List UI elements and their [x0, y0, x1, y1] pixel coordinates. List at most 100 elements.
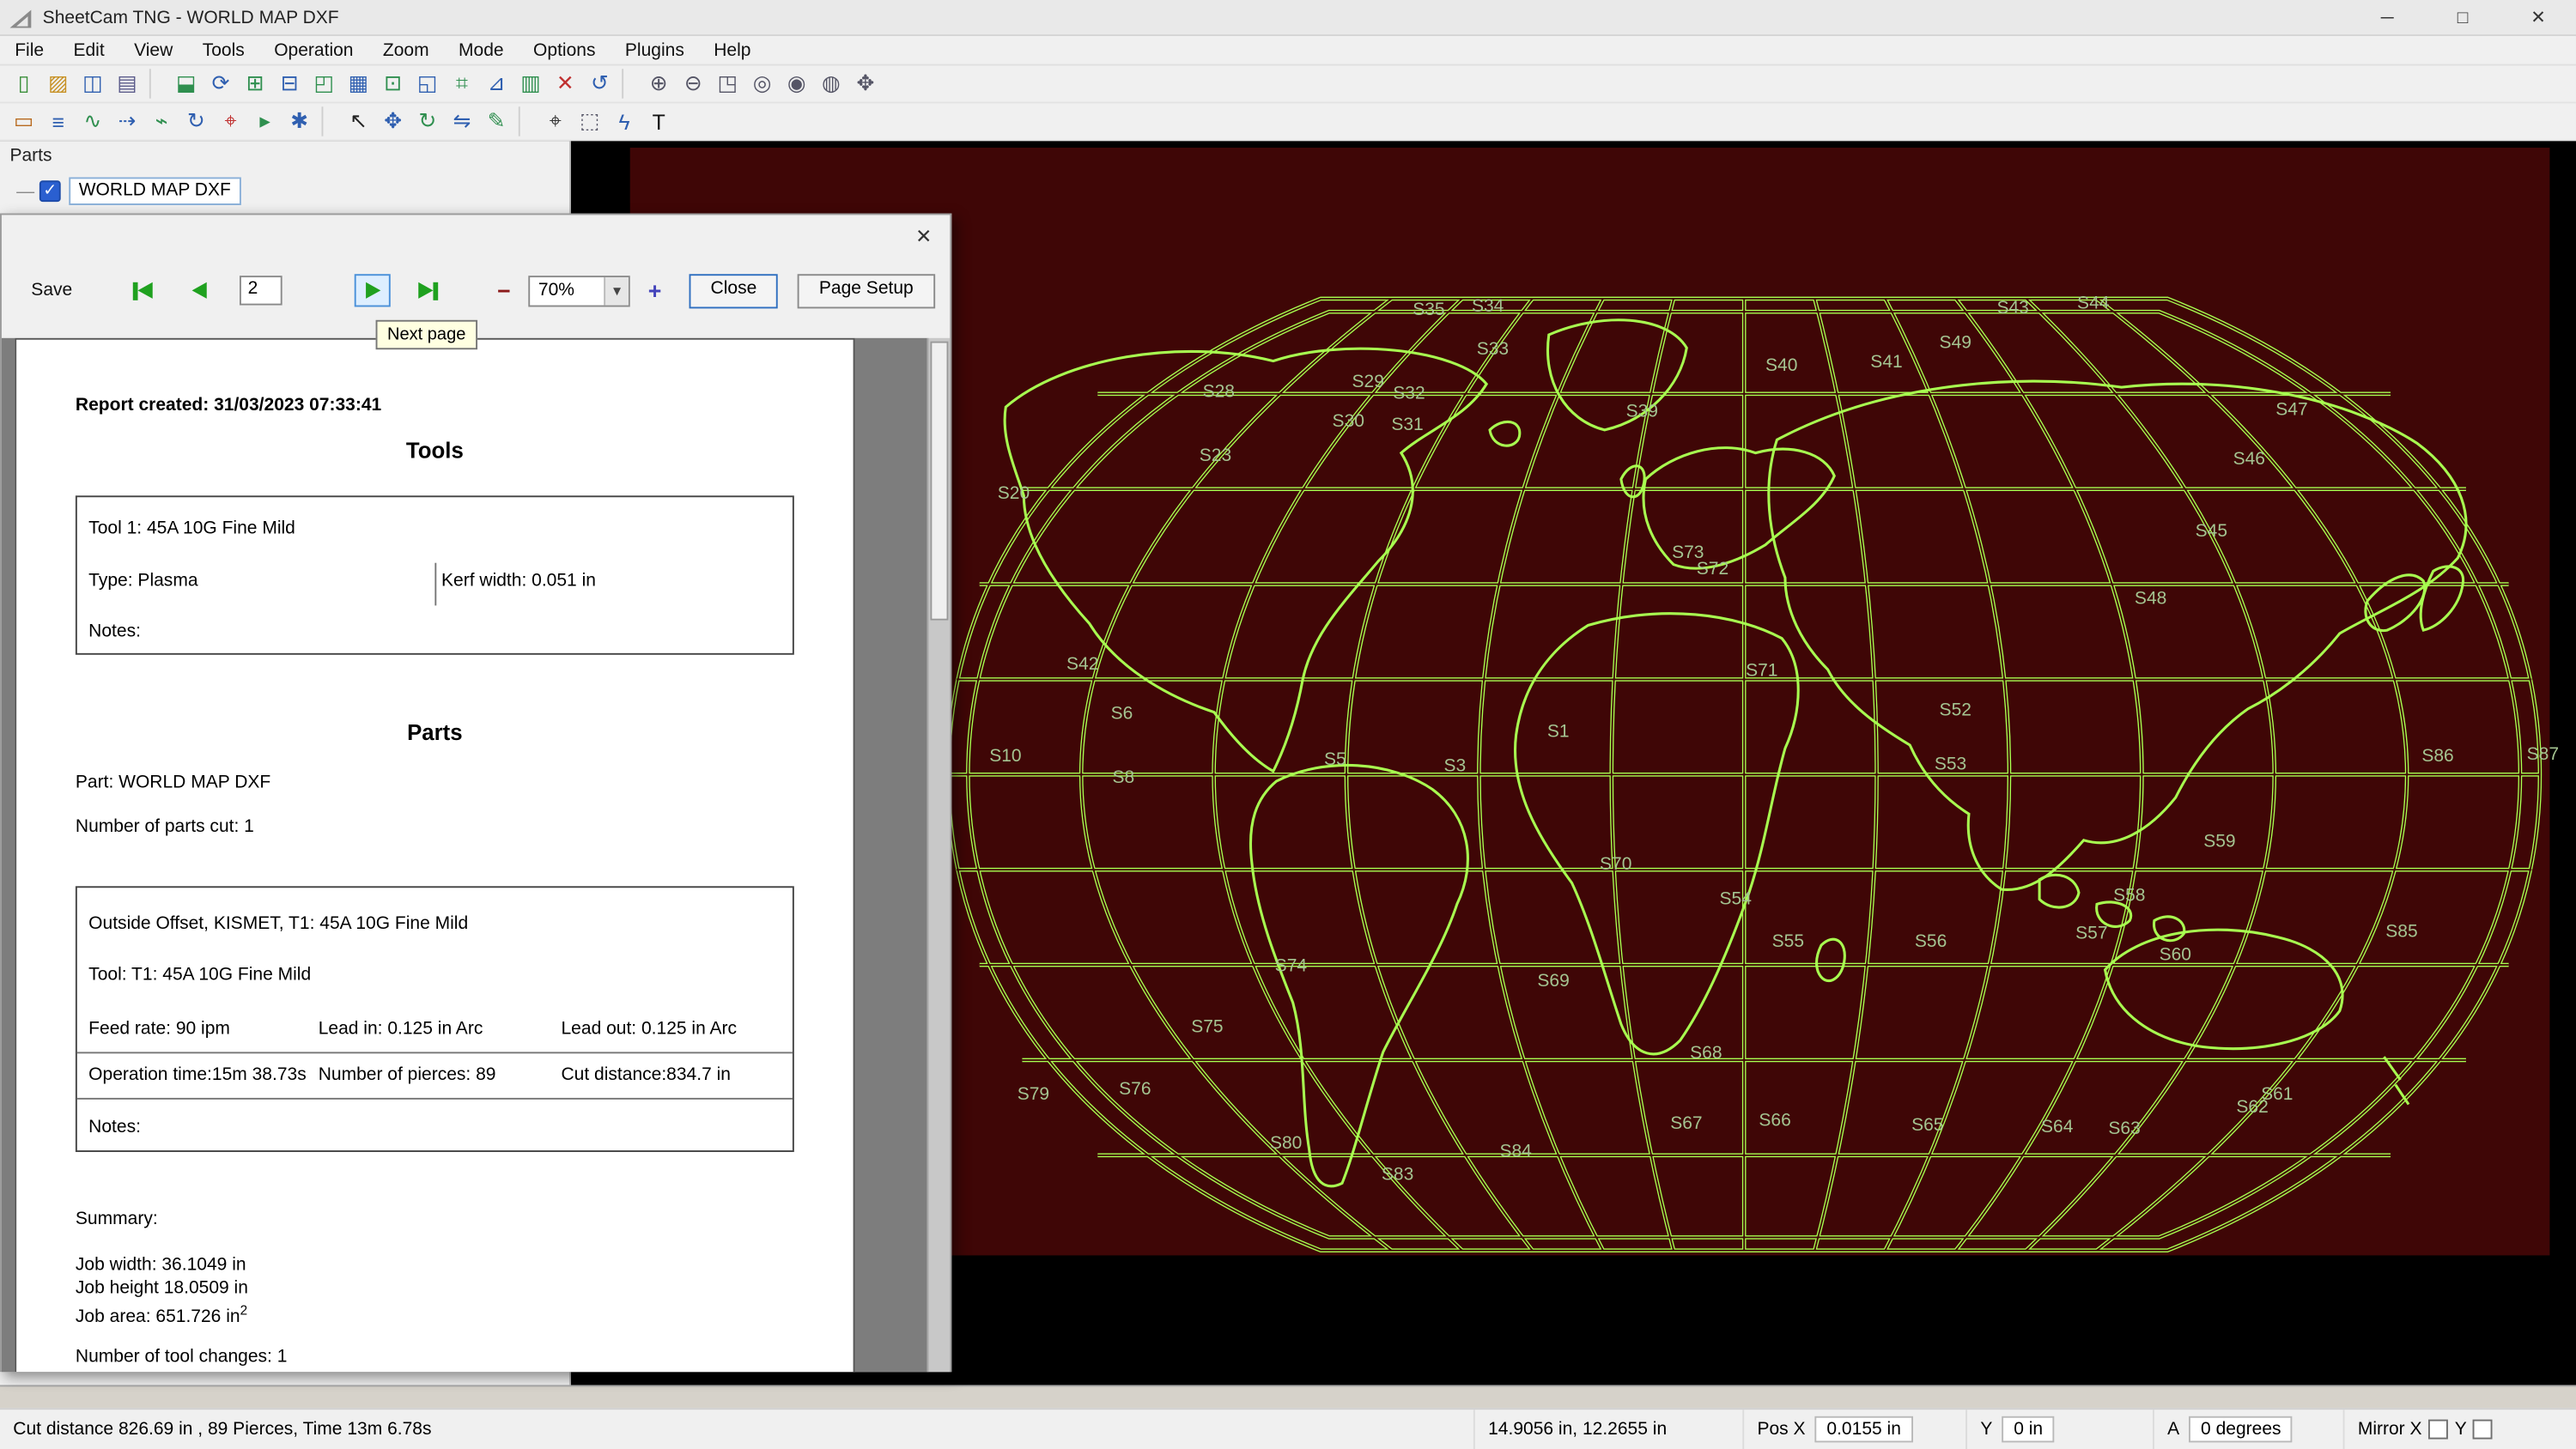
rotate-part-tool-icon[interactable]: ↻ [412, 106, 443, 136]
chevron-down-icon[interactable]: ▼ [604, 276, 629, 305]
horizontal-scroll-strip[interactable] [0, 1385, 2576, 1409]
duplicate-part-icon[interactable]: ◰ [308, 69, 339, 98]
preview-scrollbar[interactable] [927, 337, 951, 1373]
menu-view[interactable]: View [119, 37, 188, 64]
new-job-icon[interactable]: ▯ [9, 69, 39, 98]
toolpath-label: S86 [2421, 746, 2453, 766]
run-post-processor-icon[interactable]: ✱ [284, 106, 315, 136]
zoom-material-icon[interactable]: ◉ [781, 69, 812, 98]
rubber-band-select-icon[interactable]: ⬚ [574, 106, 605, 136]
menu-plugins[interactable]: Plugins [611, 37, 699, 64]
toolpath-label: S8 [1113, 767, 1135, 787]
delete-part-icon[interactable]: ✕ [550, 69, 580, 98]
quick-cut-icon[interactable]: ϟ [609, 106, 640, 136]
menu-mode[interactable]: Mode [444, 37, 519, 64]
menu-help[interactable]: Help [699, 37, 766, 64]
show-cut-direction-icon[interactable]: ↻ [180, 106, 211, 136]
mirror-y-checkbox[interactable] [2473, 1419, 2494, 1440]
open-job-icon[interactable]: ▨ [43, 69, 74, 98]
job-area-superscript: 2 [240, 1302, 248, 1319]
last-page-icon [418, 282, 434, 299]
menu-operation[interactable]: Operation [259, 37, 368, 64]
north-america-path [1003, 347, 1489, 773]
toolpath-label: S79 [1018, 1084, 1049, 1104]
scrollbar-thumb[interactable] [930, 341, 949, 621]
next-page-button[interactable] [354, 274, 391, 307]
part-name-label[interactable]: WORLD MAP DXF [69, 177, 241, 205]
zoom-out-icon[interactable]: ⊖ [677, 69, 708, 98]
menu-tools[interactable]: Tools [188, 37, 259, 64]
menu-zoom[interactable]: Zoom [368, 37, 444, 64]
show-rapid-moves-icon[interactable]: ⇢ [112, 106, 143, 136]
toolpath-label: S63 [2108, 1119, 2140, 1138]
zoom-out-button[interactable]: − [489, 276, 519, 305]
print-icon[interactable]: ▤ [112, 69, 143, 98]
row-divider [76, 1052, 793, 1054]
toolpath-label: S72 [1697, 559, 1728, 579]
show-path-ends-icon[interactable]: ⌁ [146, 106, 177, 136]
mirror-x-checkbox[interactable] [2428, 1419, 2449, 1440]
simulate-cut-icon[interactable]: ▸ [249, 106, 280, 136]
operation-info-box: Outside Offset, KISMET, T1: 45A 10G Fine… [75, 886, 794, 1153]
snap-grid-icon[interactable]: ⌗ [447, 69, 477, 98]
close-preview-button[interactable]: Close [689, 273, 779, 308]
set-origin-tool-icon[interactable]: ⌖ [540, 106, 571, 136]
minimize-button-icon[interactable]: ─ [2349, 0, 2425, 35]
menu-edit[interactable]: Edit [58, 37, 119, 64]
measure-icon[interactable]: ⊿ [481, 69, 512, 98]
zoom-window-icon[interactable]: ◳ [712, 69, 743, 98]
last-page-button[interactable] [410, 274, 447, 306]
job-options-icon[interactable]: ▥ [515, 69, 546, 98]
zoom-drawing-icon[interactable]: ◎ [746, 69, 777, 98]
status-angle: A 0 degrees [2152, 1410, 2343, 1449]
flip-part-tool-icon[interactable]: ⇋ [447, 106, 477, 136]
nest-parts-icon[interactable]: ▦ [343, 69, 374, 98]
menu-file[interactable]: File [0, 37, 58, 64]
toolpath-label: S83 [1382, 1165, 1413, 1185]
toolpath-label: S57 [2075, 923, 2107, 943]
select-tool-icon[interactable]: ↖ [343, 106, 374, 136]
toolbar-separator [622, 69, 635, 99]
toolpath-label: S59 [2203, 831, 2235, 851]
show-layers-icon[interactable]: ≡ [43, 106, 74, 136]
edit-points-tool-icon[interactable]: ✎ [481, 106, 512, 136]
toolpath-label: S60 [2160, 944, 2191, 964]
add-part-icon[interactable]: ⊞ [240, 69, 270, 98]
first-page-button[interactable] [125, 274, 161, 306]
save-job-icon[interactable]: ◫ [77, 69, 108, 98]
part-visibility-checkbox[interactable]: ✓ [39, 180, 61, 203]
text-tool-icon[interactable]: T [643, 106, 674, 136]
page-number-input[interactable]: 2 [240, 276, 283, 306]
sheetcam-window: SheetCam TNG - WORLD MAP DXF ─ □ ✕ File E… [0, 0, 2576, 1449]
toolpath-label: S70 [1600, 854, 1631, 874]
zoom-previous-icon[interactable]: ◍ [816, 69, 847, 98]
show-material-icon[interactable]: ▭ [9, 106, 39, 136]
zoom-level-select[interactable]: 70% ▼ [528, 275, 630, 306]
status-pos-x: Pos X 0.0155 in [1742, 1410, 1965, 1449]
zoom-in-button[interactable]: + [640, 276, 669, 305]
previous-page-button[interactable] [180, 274, 216, 306]
move-part-tool-icon[interactable]: ✥ [377, 106, 408, 136]
edit-contours-icon[interactable]: ◱ [412, 69, 443, 98]
close-button-icon[interactable]: ✕ [2500, 0, 2576, 35]
show-origin-icon[interactable]: ⌖ [215, 106, 246, 136]
undo-icon[interactable]: ↺ [584, 69, 615, 98]
operation-time: Operation time:15m 38.73s [88, 1064, 307, 1085]
maximize-button-icon[interactable]: □ [2425, 0, 2500, 35]
status-cut-info: Cut distance 826.69 in , 89 Pierces, Tim… [13, 1419, 432, 1440]
show-toolpaths-icon[interactable]: ∿ [77, 106, 108, 136]
page-setup-button[interactable]: Page Setup [798, 273, 935, 308]
parts-tree-item[interactable]: — ✓ WORLD MAP DXF [16, 177, 569, 205]
save-button[interactable]: Save [9, 276, 95, 305]
tool-kerf: Kerf width: 0.051 in [441, 571, 596, 591]
edit-part-icon[interactable]: ⊟ [274, 69, 305, 98]
menu-options[interactable]: Options [519, 37, 611, 64]
lead-out: Lead out: 0.125 in Arc [561, 1019, 738, 1040]
pan-view-icon[interactable]: ✥ [850, 69, 881, 98]
reload-drawing-icon[interactable]: ⟳ [205, 69, 236, 98]
zoom-in-icon[interactable]: ⊕ [643, 69, 674, 98]
toolpath-label: S74 [1275, 956, 1308, 976]
array-parts-icon[interactable]: ⊡ [377, 69, 408, 98]
dialog-close-icon[interactable]: ✕ [906, 221, 942, 251]
import-drawing-icon[interactable]: ⬓ [171, 69, 202, 98]
